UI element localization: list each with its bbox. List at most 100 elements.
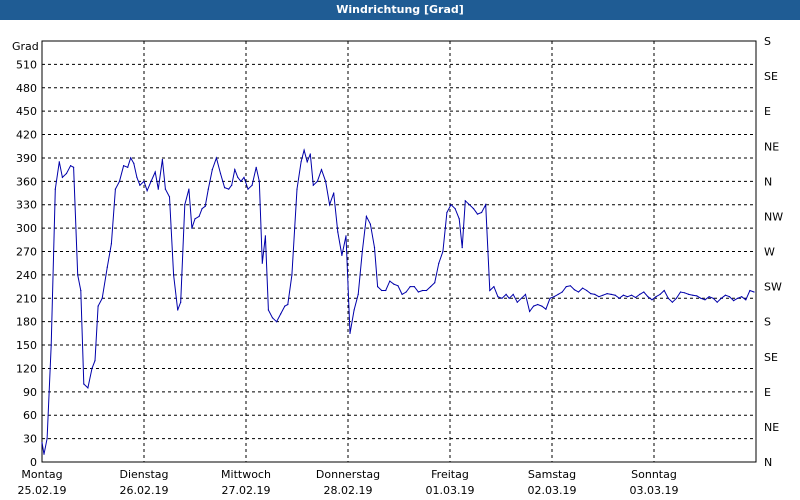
data-point xyxy=(211,169,213,171)
data-point xyxy=(224,187,226,189)
data-point xyxy=(442,250,444,253)
data-point xyxy=(679,291,682,293)
y-tick-label: 180 xyxy=(16,316,37,329)
data-point xyxy=(643,291,645,293)
data-point xyxy=(606,293,608,295)
data-point xyxy=(659,293,661,295)
data-point xyxy=(267,309,269,311)
data-point xyxy=(397,285,399,287)
y-tick-label: 390 xyxy=(16,152,37,165)
data-point xyxy=(476,213,479,215)
data-point xyxy=(237,176,239,178)
data-point xyxy=(631,294,633,296)
y2-tick-label: SW xyxy=(764,281,782,294)
data-point xyxy=(733,300,735,302)
data-point xyxy=(421,289,424,292)
x-tick-date: 27.02.19 xyxy=(222,484,271,497)
data-point xyxy=(204,205,206,207)
y2-tick-label: E xyxy=(764,105,771,118)
data-point xyxy=(264,235,266,237)
data-point xyxy=(247,188,249,190)
data-point xyxy=(377,286,379,288)
data-point xyxy=(464,200,466,202)
data-point xyxy=(524,293,527,295)
data-point xyxy=(369,223,371,225)
data-point xyxy=(594,293,596,295)
data-point xyxy=(505,293,507,295)
data-point xyxy=(501,297,503,299)
data-point xyxy=(188,188,190,190)
x-axis-ticks: Montag 25.02.19 Dienstag 26.02.19 Mittwoch 27… xyxy=(18,468,679,497)
data-point xyxy=(614,294,616,296)
y2-tick-label: NE xyxy=(764,140,779,153)
data-point xyxy=(696,295,698,297)
data-point xyxy=(577,291,580,293)
data-point xyxy=(749,289,751,292)
data-point xyxy=(173,274,175,276)
data-point xyxy=(127,166,129,168)
data-point xyxy=(716,301,718,303)
data-point xyxy=(700,297,702,299)
x-tick-date: 02.03.19 xyxy=(528,484,577,497)
data-point xyxy=(667,297,669,299)
data-point xyxy=(434,282,436,284)
data-point xyxy=(728,296,731,298)
data-point xyxy=(610,293,612,295)
data-point xyxy=(582,287,584,289)
data-point xyxy=(417,291,419,293)
data-point xyxy=(110,243,112,245)
data-point xyxy=(77,274,79,276)
data-point xyxy=(83,383,85,385)
data-point xyxy=(561,291,563,293)
data-point xyxy=(458,218,460,220)
data-point xyxy=(80,289,82,292)
data-point xyxy=(228,188,230,190)
data-point xyxy=(280,313,282,315)
data-point xyxy=(161,158,163,161)
data-point xyxy=(130,157,132,159)
y2-tick-label: S xyxy=(764,316,771,329)
data-point xyxy=(94,360,96,362)
data-point xyxy=(720,297,722,299)
data-point xyxy=(647,296,649,298)
data-point xyxy=(569,285,572,287)
data-point xyxy=(741,296,743,298)
x-tick-day: Sonntag xyxy=(631,468,677,481)
data-point xyxy=(565,286,567,288)
data-point xyxy=(651,299,653,301)
data-point xyxy=(215,157,217,159)
data-point xyxy=(684,292,686,294)
y-tick-label: 480 xyxy=(16,82,37,95)
data-point xyxy=(73,166,75,168)
data-point xyxy=(320,169,323,171)
data-point xyxy=(365,215,367,217)
y2-tick-label: S xyxy=(764,35,771,48)
x-tick-day: Dienstag xyxy=(119,468,168,481)
x-tick-day: Samstag xyxy=(528,468,576,481)
data-point xyxy=(537,303,539,306)
data-point xyxy=(91,367,93,369)
y-tick-label: 60 xyxy=(23,409,37,422)
data-point xyxy=(472,208,475,210)
data-point xyxy=(194,218,196,220)
data-point xyxy=(46,438,48,440)
data-point xyxy=(497,296,499,298)
data-point xyxy=(602,294,604,296)
data-point xyxy=(333,192,335,194)
data-point xyxy=(316,180,318,182)
data-point xyxy=(255,166,257,168)
data-point xyxy=(345,235,347,237)
data-point xyxy=(325,180,327,182)
data-point xyxy=(50,344,52,346)
wind-direction-series-line xyxy=(41,148,755,455)
data-point xyxy=(168,196,171,198)
data-point xyxy=(446,211,448,214)
y-tick-label: 450 xyxy=(16,105,37,118)
data-point xyxy=(114,188,116,190)
data-point xyxy=(207,188,209,190)
data-point xyxy=(70,165,72,167)
data-point xyxy=(586,289,588,292)
chart-window: Windrichtung [Grad] Grad 0 30 60 90 120 150 18… xyxy=(0,0,800,500)
data-point xyxy=(61,176,64,178)
x-tick-date: 26.02.19 xyxy=(120,484,169,497)
